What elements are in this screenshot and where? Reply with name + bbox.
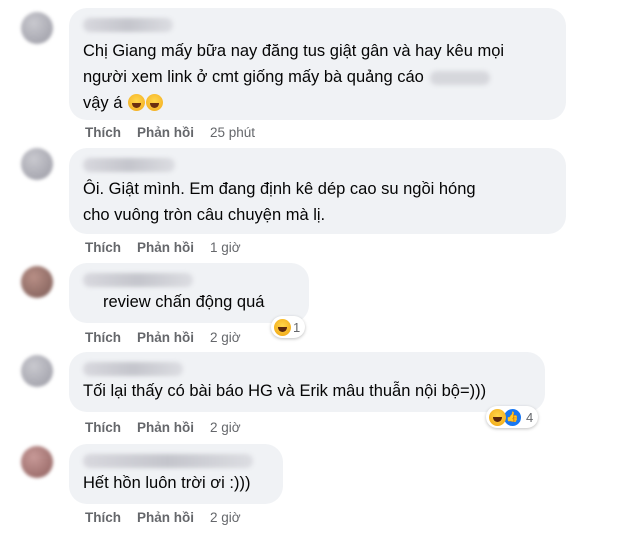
- haha-icon: [489, 408, 506, 426]
- comment-actions: Thích Phản hồi 2 giờ: [85, 420, 241, 435]
- comment-actions: Thích Phản hồi 2 giờ: [85, 510, 241, 525]
- like-link[interactable]: Thích: [85, 240, 121, 255]
- comment-line: cho vuông tròn câu chuyện mà lị.: [83, 206, 326, 224]
- like-link[interactable]: Thích: [85, 510, 121, 525]
- comment-bubble: Ôi. Giật mình. Em đang định kê dép cao s…: [69, 148, 566, 234]
- avatar[interactable]: [21, 12, 53, 44]
- comment-text: Tối lại thấy có bài báo HG và Erik mâu t…: [83, 378, 531, 404]
- comment-text: Chị Giang mấy bữa nay đăng tus giật gân …: [83, 38, 552, 116]
- comment-line: Ôi. Giật mình. Em đang định kê dép cao s…: [83, 180, 476, 198]
- comment-actions: Thích Phản hồi 2 giờ: [85, 330, 241, 345]
- reaction-count: 4: [526, 409, 534, 425]
- comment-line: Tối lại thấy có bài báo HG và Erik mâu t…: [83, 382, 487, 400]
- reply-link[interactable]: Phản hồi: [137, 510, 194, 525]
- comment-bubble: review chấn động quá: [69, 263, 309, 323]
- avatar[interactable]: [21, 446, 53, 478]
- author-name-blurred[interactable]: [83, 273, 193, 287]
- comment-actions: Thích Phản hồi 1 giờ: [85, 240, 241, 255]
- author-name-blurred[interactable]: [83, 454, 253, 468]
- timestamp[interactable]: 1 giờ: [210, 240, 241, 255]
- comment-line: review chấn động quá: [103, 293, 265, 311]
- reaction-count: 1: [293, 319, 301, 335]
- rolling-laughing-emoji: [128, 94, 146, 111]
- comment-bubble: Tối lại thấy có bài báo HG và Erik mâu t…: [69, 352, 545, 412]
- comment-line: Chị Giang mấy bữa nay đăng tus giật gân …: [83, 42, 505, 60]
- avatar[interactable]: [21, 355, 53, 387]
- comment-text: review chấn động quá: [83, 289, 295, 315]
- like-link[interactable]: Thích: [85, 420, 121, 435]
- comment-bubble: Chị Giang mấy bữa nay đăng tus giật gân …: [69, 8, 566, 120]
- comment-line: người xem link ở cmt giống mấy bà quảng …: [83, 64, 552, 90]
- comment-line: vậy á: [83, 90, 552, 116]
- author-name-blurred[interactable]: [83, 158, 175, 172]
- rolling-laughing-emoji: [146, 94, 164, 111]
- reaction-summary[interactable]: 1: [271, 316, 306, 338]
- blurred-text: [430, 70, 491, 85]
- timestamp[interactable]: 2 giờ: [210, 510, 241, 525]
- reaction-summary[interactable]: 👍 4: [486, 406, 539, 428]
- reply-link[interactable]: Phản hồi: [137, 330, 194, 345]
- author-name-blurred[interactable]: [83, 18, 173, 32]
- comment-line: Hết hồn luôn trời ơi :))): [83, 474, 251, 492]
- avatar[interactable]: [21, 148, 53, 180]
- reply-link[interactable]: Phản hồi: [137, 240, 194, 255]
- timestamp[interactable]: 2 giờ: [210, 330, 241, 345]
- avatar[interactable]: [21, 266, 53, 298]
- comment-actions: Thích Phản hồi 25 phút: [85, 125, 255, 140]
- author-name-blurred[interactable]: [83, 362, 183, 376]
- comment-text: Hết hồn luôn trời ơi :))): [83, 470, 269, 496]
- reply-link[interactable]: Phản hồi: [137, 125, 194, 140]
- reply-link[interactable]: Phản hồi: [137, 420, 194, 435]
- haha-icon: [274, 318, 291, 336]
- comment-bubble: Hết hồn luôn trời ơi :))): [69, 444, 283, 504]
- like-link[interactable]: Thích: [85, 125, 121, 140]
- like-link[interactable]: Thích: [85, 330, 121, 345]
- timestamp[interactable]: 2 giờ: [210, 420, 241, 435]
- comment-text: Ôi. Giật mình. Em đang định kê dép cao s…: [83, 176, 552, 228]
- timestamp[interactable]: 25 phút: [210, 125, 255, 140]
